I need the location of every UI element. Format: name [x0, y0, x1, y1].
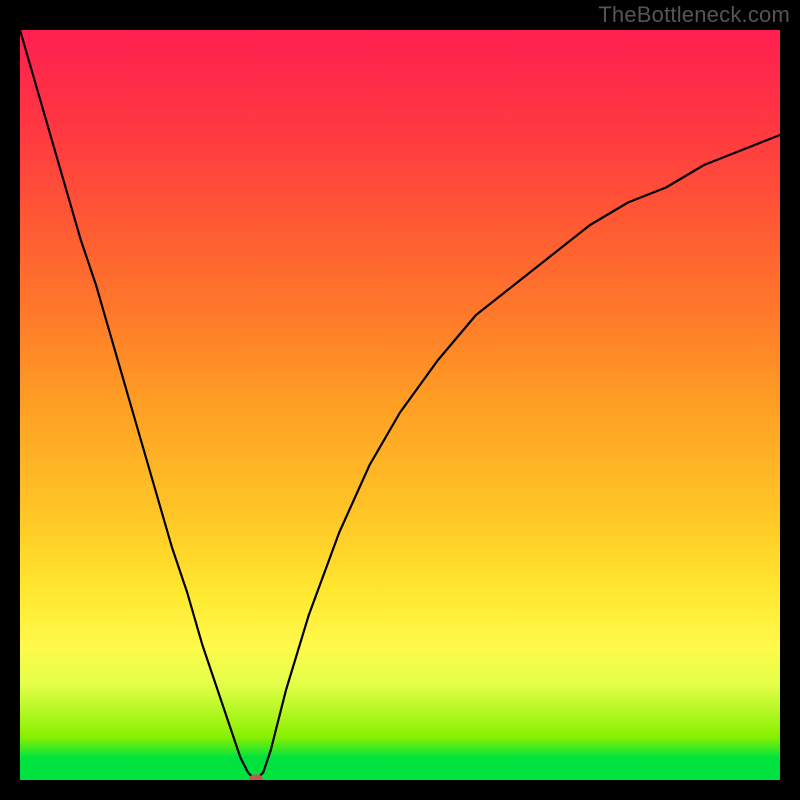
- bottleneck-curve: [20, 30, 780, 780]
- chart-frame: TheBottleneck.com: [0, 0, 800, 800]
- curve-path: [20, 30, 780, 780]
- watermark-text: TheBottleneck.com: [598, 2, 790, 28]
- optimal-point-marker: [249, 775, 263, 781]
- plot-area: [20, 30, 780, 780]
